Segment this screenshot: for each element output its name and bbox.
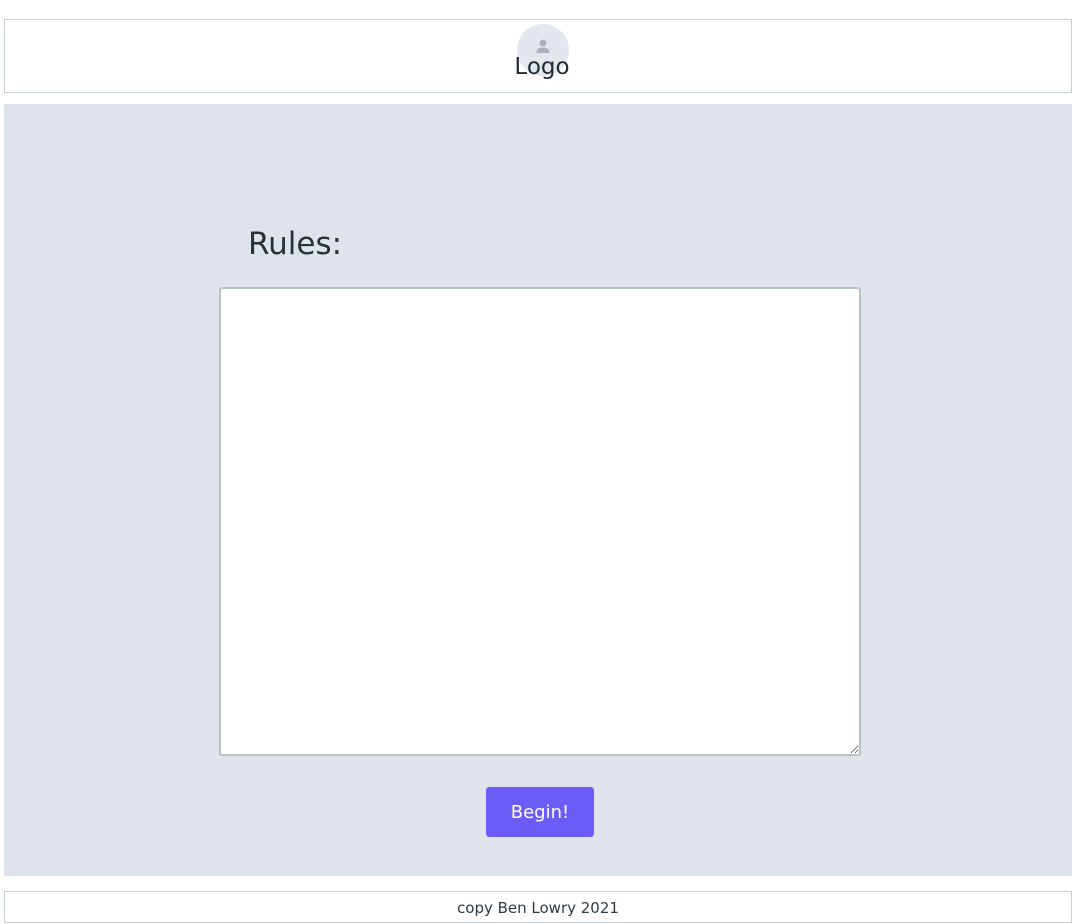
person-icon — [536, 39, 550, 53]
rules-textarea[interactable] — [219, 287, 861, 756]
site-header: Logo — [4, 19, 1072, 93]
logo-text: Logo — [514, 54, 570, 80]
footer: copy Ben Lowry 2021 — [4, 891, 1072, 923]
begin-button[interactable]: Begin! — [486, 787, 594, 837]
main-content: Rules: Begin! — [4, 104, 1072, 876]
logo[interactable]: Logo — [512, 24, 572, 80]
rules-heading: Rules: — [248, 226, 343, 262]
copyright-text: copy Ben Lowry 2021 — [457, 899, 619, 917]
